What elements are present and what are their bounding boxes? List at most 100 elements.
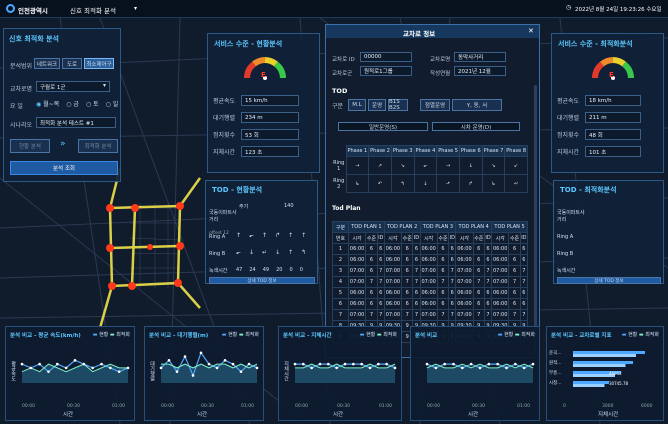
- data-point: [425, 362, 429, 366]
- data-point: [159, 366, 163, 370]
- plan-cell: 6: [332, 298, 349, 310]
- offset-op-button[interactable]: 시차 운영(D): [432, 122, 520, 131]
- plan-cell: 7: [401, 309, 414, 321]
- plan-cell: 07:00: [419, 276, 438, 288]
- scrollbar[interactable]: [534, 85, 537, 355]
- plan-cell: 07:00: [383, 265, 403, 277]
- plan-cell: 6: [401, 243, 414, 255]
- plan-cell: 7: [508, 309, 521, 321]
- current-analysis-button[interactable]: 현황 분석: [10, 139, 50, 153]
- data-point: [505, 366, 508, 370]
- plan-cell: 1: [332, 243, 349, 255]
- plan-cell: 06:00: [383, 243, 403, 255]
- period-label: 주기: [239, 204, 249, 210]
- radio-fri[interactable]: ○ 금: [66, 99, 79, 108]
- data-point: [393, 366, 397, 370]
- phase-arrow-icon: →: [436, 156, 460, 175]
- panel-title: TOD - 현황분석: [212, 186, 263, 194]
- green-label: 녹색시간: [557, 268, 576, 274]
- comparison-chart-panel: 분석 비교 - 평균 속도(km/h) ▬ 현황 ▬ 최적화 시간 평균속도 00:00…: [5, 326, 135, 421]
- plan-cell: 6: [508, 287, 521, 299]
- plan-cell: 6: [412, 287, 421, 299]
- data-point: [255, 366, 259, 370]
- plan-cell: 06:00: [455, 254, 474, 266]
- day-label: 요 일: [10, 103, 23, 110]
- dropdown-icon[interactable]: ▾: [134, 5, 137, 12]
- ring-b-label: Ring B: [557, 251, 574, 257]
- plan-cell: 6: [483, 243, 493, 255]
- type-option[interactable]: M.L: [348, 99, 366, 111]
- detail-tod-button[interactable]: 상세 TOD 정보: [209, 277, 315, 284]
- comparison-chart-panel: 분석 비교 ▬ 현황 ▬ 최적화 시간 00:00 00:30 01:00: [410, 326, 540, 421]
- data-point: [100, 362, 103, 366]
- radio-label: 토: [93, 101, 99, 108]
- phase-arrow-icon: ↳: [345, 174, 370, 193]
- data-point: [478, 366, 482, 370]
- phase-arrow-icon: ↱: [458, 174, 483, 193]
- plan-cell: 06:00: [491, 298, 510, 310]
- type-option[interactable]: 운영: [368, 99, 386, 111]
- plan-cell: 6: [472, 254, 486, 266]
- data-point: [183, 355, 187, 358]
- scenario-input[interactable]: 최적화 분석 테스트 #1: [36, 117, 116, 128]
- plan-subheader: 시각: [419, 232, 438, 244]
- type-option[interactable]: 점멸운영: [420, 99, 450, 111]
- double-chevron-icon: »: [60, 139, 66, 149]
- plan-cell: 6: [412, 298, 421, 310]
- data-point: [335, 366, 338, 370]
- phase-arrow-icon: ⬏: [436, 174, 460, 193]
- normal-op-button[interactable]: 일반운영(S): [338, 122, 428, 131]
- optimize-analysis-button[interactable]: 최적화 분석: [78, 139, 118, 153]
- tab-network[interactable]: 네트워크: [34, 58, 60, 69]
- plan-cell: 6: [376, 287, 385, 299]
- type-option[interactable]: B1S B2S: [388, 99, 408, 111]
- plan-cell: 06:00: [419, 254, 438, 266]
- group-label: 교차로군: [332, 71, 353, 77]
- phase-table: Phase 1 Phase 2 Phase 3 Phase 4 Phase 5 …: [332, 145, 528, 193]
- table-row: 3 07:00 6 7 07:00 6 7 07:00 6 7 07:00 6 7 07:00 6 7: [332, 265, 529, 277]
- plan-subheader: 시각: [383, 232, 403, 244]
- detail-tod-button[interactable]: 상세 TOD 정보: [557, 277, 661, 284]
- intersection-name: 국동이파트사거리: [209, 210, 237, 223]
- data-point: [20, 362, 24, 366]
- date-label: 작성연월: [430, 71, 451, 77]
- plan-cell: 7: [472, 309, 486, 321]
- plan-cell: 7: [448, 276, 457, 288]
- plan-cell: 06:00: [383, 287, 403, 299]
- datetime: 2022년 8월 24일 19:23:26 수요일: [575, 7, 662, 13]
- data-point: [29, 366, 33, 370]
- close-icon[interactable]: ✕: [528, 27, 534, 35]
- phase-header: Phase 2: [368, 145, 392, 157]
- query-analysis-button[interactable]: 분석 조회: [10, 161, 118, 175]
- phase-arrow-icon: ↶: [368, 174, 392, 193]
- plan-cell: 7: [376, 276, 385, 288]
- plan-subheader: 수준: [472, 232, 486, 244]
- line-chart: [293, 362, 397, 383]
- data-point: [82, 362, 86, 366]
- area-fill: [22, 364, 128, 383]
- plan-cell: 6: [436, 287, 450, 299]
- phase-arrow-icon: ↳: [481, 174, 506, 193]
- ring-b-arrows: ⬐ ↓ ↵ ↓ ↑ ↰: [236, 249, 307, 256]
- radio-mon-thu[interactable]: ◉ 월~목: [36, 99, 59, 108]
- plan-cell: 6: [376, 254, 385, 266]
- plan-cell: 7: [401, 276, 414, 288]
- type-option[interactable]: Y, 동, 서: [452, 99, 502, 111]
- plan-cell: 7: [376, 309, 385, 321]
- logo-icon: [6, 4, 15, 13]
- ring-a-label: Ring A: [209, 234, 226, 240]
- plan-cell: 6: [448, 298, 457, 310]
- radio-sun[interactable]: ○ 일: [106, 99, 119, 108]
- plan-cell: 7: [332, 309, 349, 321]
- data-point: [231, 362, 235, 366]
- plan-cell: 07:00: [491, 309, 510, 321]
- data-point: [352, 362, 355, 366]
- plan-cell: 7: [448, 309, 457, 321]
- plan-cell: 7: [483, 309, 493, 321]
- control-select[interactable]: 구월로 1군: [36, 81, 110, 92]
- radio-sat[interactable]: ○ 토: [86, 99, 99, 108]
- tab-road[interactable]: 도로: [62, 58, 82, 69]
- plan-cell: 7: [365, 276, 378, 288]
- table-row: 6 06:00 6 6 06:00 6 6 06:00 6 6 06:00 6 6 06:00 6 6: [332, 298, 529, 310]
- tab-min-control[interactable]: 최소제어구: [84, 58, 114, 69]
